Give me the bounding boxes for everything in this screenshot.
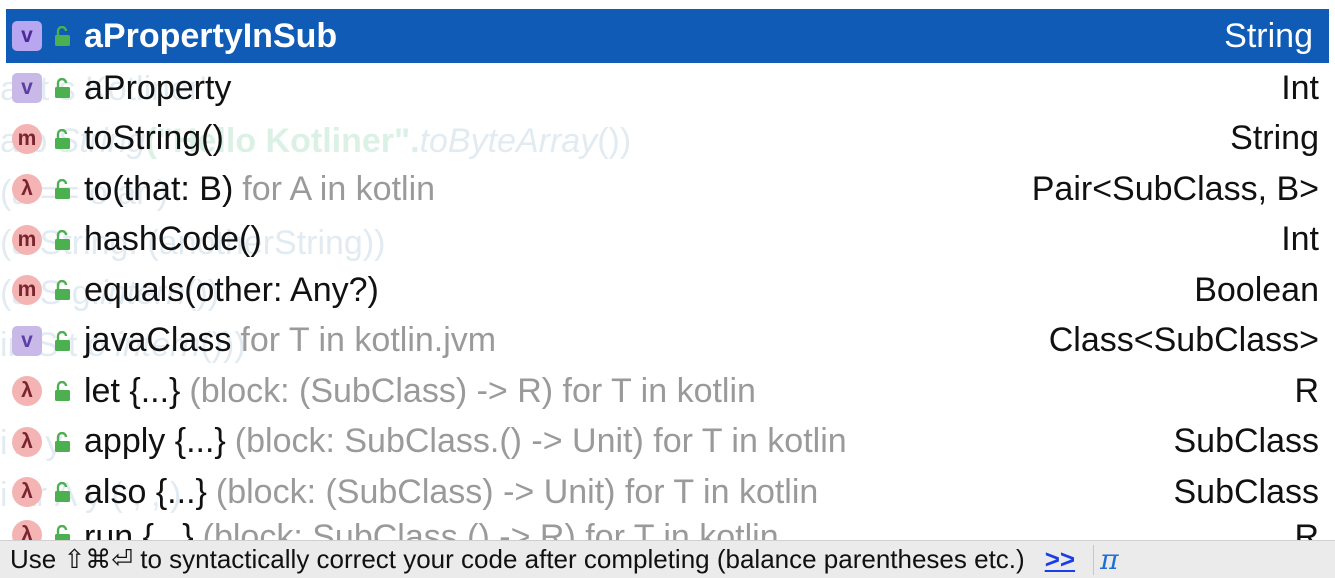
public-visibility-icon xyxy=(52,225,78,255)
public-visibility-icon xyxy=(52,21,78,51)
completion-item-type: R xyxy=(1294,517,1319,541)
code-completion-popup: a rt s Kotliner" a b String("Hello Kotli… xyxy=(0,0,1335,578)
completion-item[interactable]: m equals(other: Any?) Boolean xyxy=(0,265,1335,316)
lambda-badge-icon: λ xyxy=(12,376,42,407)
lambda-badge-icon: λ xyxy=(12,174,42,205)
completion-item[interactable]: λ apply {...} (block: SubClass.() -> Unit)… xyxy=(0,417,1335,468)
completion-item-tail: (block: (SubClass) -> R) for T in kotlin xyxy=(189,371,756,410)
completion-item-type: Boolean xyxy=(1194,270,1319,309)
public-visibility-icon xyxy=(52,376,78,406)
property-badge-icon: v xyxy=(12,21,42,51)
completion-item-name: run {...} xyxy=(84,517,194,541)
completion-item-tail: (block: SubClass.() -> R) for T in kotli… xyxy=(202,517,779,541)
completion-item-type: SubClass xyxy=(1173,472,1319,511)
completion-item-name: to(that: B) xyxy=(84,169,234,208)
pi-icon[interactable]: π xyxy=(1100,543,1118,576)
completion-item-tail: for A in kotlin xyxy=(242,169,436,208)
completion-item[interactable]: λ to(that: B) for A in kotlin Pair<SubClass… xyxy=(0,164,1335,215)
public-visibility-icon xyxy=(52,124,78,154)
property-badge-icon: v xyxy=(12,73,42,104)
completion-item[interactable]: m hashCode() Int xyxy=(0,215,1335,266)
public-visibility-icon xyxy=(52,427,78,457)
completion-item-name: javaClass xyxy=(84,321,232,360)
completion-item-tail: for T in kotlin.jvm xyxy=(240,321,497,360)
property-badge-icon: v xyxy=(12,325,42,356)
completion-item-tail: (block: SubClass.() -> Unit) for T in ko… xyxy=(234,422,847,461)
completion-item-name: toString() xyxy=(84,119,224,158)
lambda-badge-icon: λ xyxy=(12,519,42,540)
completion-item-name: aPropertyInSub xyxy=(84,16,338,55)
completion-item[interactable]: λ let {...} (block: (SubClass) -> R) for T… xyxy=(0,366,1335,417)
completion-item[interactable]: v javaClass for T in kotlin.jvm Class<SubCl… xyxy=(0,316,1335,367)
completion-item[interactable]: λ also {...} (block: (SubClass) -> Unit) f… xyxy=(0,467,1335,518)
completion-item-name: equals(other: Any?) xyxy=(84,270,379,309)
public-visibility-icon xyxy=(52,275,78,305)
completion-footer: Use ⇧⌘⏎ to syntactically correct your co… xyxy=(0,540,1335,578)
lambda-badge-icon: λ xyxy=(12,426,42,457)
method-badge-icon: m xyxy=(12,275,42,306)
completion-item-type: SubClass xyxy=(1173,422,1319,461)
completion-item-name: hashCode() xyxy=(84,220,262,259)
completion-item-name: apply {...} xyxy=(84,422,226,461)
method-badge-icon: m xyxy=(12,123,42,154)
completion-item[interactable]: m toString() String xyxy=(0,114,1335,165)
completion-list[interactable]: v aPropertyInSub String v aProperty Int m toStr… xyxy=(0,0,1335,540)
completion-item-type: Int xyxy=(1281,68,1319,107)
public-visibility-icon xyxy=(52,477,78,507)
public-visibility-icon xyxy=(52,174,78,204)
lambda-badge-icon: λ xyxy=(12,477,42,508)
public-visibility-icon xyxy=(52,520,78,540)
completion-item-type: String xyxy=(1230,119,1319,158)
completion-item-type: Int xyxy=(1281,220,1319,259)
completion-item-type: String xyxy=(1224,16,1313,55)
completion-item-selected[interactable]: v aPropertyInSub String xyxy=(6,9,1329,63)
footer-divider xyxy=(1093,544,1095,575)
completion-item[interactable]: λ run {...} (block: SubClass.() -> R) for … xyxy=(0,517,1335,541)
completion-item-name: aProperty xyxy=(84,68,232,107)
method-badge-icon: m xyxy=(12,224,42,255)
completion-item-type: R xyxy=(1294,371,1319,410)
completion-item-name: also {...} xyxy=(84,472,207,511)
completion-item[interactable]: v aProperty Int xyxy=(0,63,1335,114)
completion-item-type: Pair<SubClass, B> xyxy=(1031,169,1319,208)
completion-item-name: let {...} xyxy=(84,371,181,410)
more-link[interactable]: >> xyxy=(1045,544,1075,575)
public-visibility-icon xyxy=(52,73,78,103)
completion-item-tail: (block: (SubClass) -> Unit) for T in kot… xyxy=(215,472,819,511)
completion-item-type: Class<SubClass> xyxy=(1048,321,1319,360)
footer-hint-text: Use ⇧⌘⏎ to syntactically correct your co… xyxy=(10,544,1025,574)
public-visibility-icon xyxy=(52,326,78,356)
